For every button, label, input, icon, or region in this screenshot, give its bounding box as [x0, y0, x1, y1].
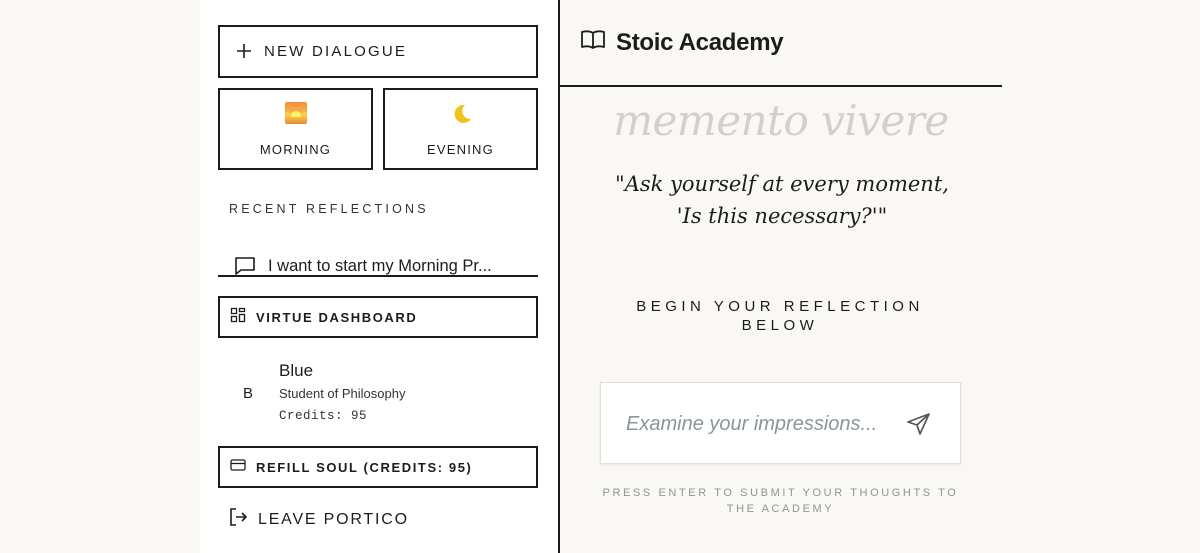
page-title: Stoic Academy [616, 28, 784, 56]
dashboard-grid-icon [230, 307, 246, 328]
sunrise-icon [284, 101, 307, 128]
main-panel: Stoic Academy memento vivere "Ask yourse… [560, 0, 1002, 553]
logout-icon [228, 507, 248, 532]
reflection-input[interactable] [626, 411, 896, 437]
leave-portico-label: LEAVE PORTICO [258, 510, 409, 528]
book-open-icon [580, 29, 606, 56]
sidebar: NEW DIALOGUE MORNING EVENING RECENT REFL… [200, 0, 558, 553]
submit-hint: PRESS ENTER TO SUBMIT YOUR THOUGHTS TO T… [602, 487, 959, 515]
reflection-input-box [600, 382, 961, 464]
credit-card-icon [230, 458, 246, 477]
recent-reflection-label: I want to start my Morning Pr... [268, 257, 492, 275]
virtue-dashboard-button[interactable]: VIRTUE DASHBOARD [218, 296, 538, 338]
morning-label: MORNING [259, 141, 332, 157]
leave-portico-button[interactable]: LEAVE PORTICO [228, 507, 409, 532]
motto: memento vivere [613, 96, 949, 145]
plus-icon [236, 40, 252, 64]
evening-label: EVENING [427, 141, 494, 157]
user-role: Student of Philosophy [279, 386, 406, 401]
refill-soul-label: REFILL SOUL (CREDITS: 95) [256, 459, 473, 475]
send-icon[interactable] [906, 411, 932, 442]
chat-bubble-icon [234, 256, 256, 281]
new-dialogue-label: NEW DIALOGUE [264, 43, 408, 60]
avatar: B [243, 385, 254, 402]
evening-button[interactable]: EVENING [383, 88, 538, 170]
morning-button[interactable]: MORNING [218, 88, 373, 170]
user-credits: Credits: 95 [279, 409, 368, 423]
recent-reflection-item[interactable]: I want to start my Morning Pr... [218, 250, 538, 277]
recent-reflections-heading: RECENT REFLECTIONS [229, 202, 429, 216]
daily-quote: "Ask yourself at every moment, 'Is this … [615, 172, 949, 228]
reflection-prompt: BEGIN YOUR REFLECTION BELOW [636, 298, 924, 334]
refill-soul-button[interactable]: REFILL SOUL (CREDITS: 95) [218, 446, 538, 488]
header: Stoic Academy [560, 0, 1002, 87]
user-name: Blue [279, 361, 314, 380]
crescent-moon-icon [449, 102, 473, 128]
virtue-dashboard-label: VIRTUE DASHBOARD [256, 309, 418, 325]
user-profile: B Blue Student of Philosophy Credits: 95 [200, 360, 558, 430]
new-dialogue-button[interactable]: NEW DIALOGUE [218, 25, 538, 78]
